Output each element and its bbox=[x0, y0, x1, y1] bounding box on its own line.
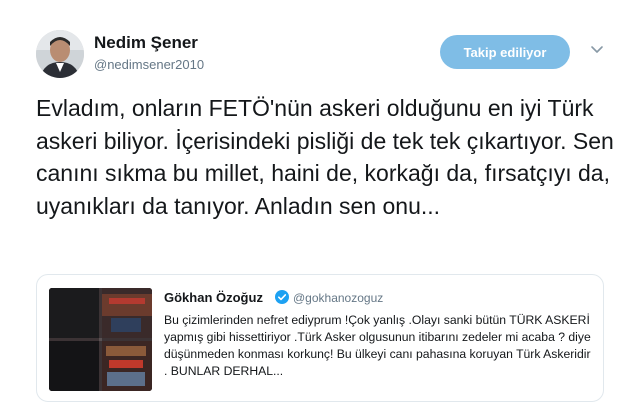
avatar-photo bbox=[36, 30, 84, 78]
following-button[interactable]: Takip ediliyor bbox=[440, 35, 570, 69]
quoted-author-name[interactable]: Gökhan Özoğuz bbox=[164, 290, 263, 305]
verified-badge-icon bbox=[275, 290, 289, 304]
author-handle[interactable]: @nedimsener2010 bbox=[94, 57, 204, 72]
cartoon-collage-image bbox=[49, 288, 152, 391]
avatar[interactable] bbox=[36, 30, 84, 78]
quoted-author-handle[interactable]: @gokhanozoguz bbox=[293, 291, 383, 305]
quoted-tweet-media[interactable] bbox=[49, 288, 152, 391]
author-name[interactable]: Nedim Şener bbox=[94, 33, 198, 53]
chevron-down-icon[interactable] bbox=[590, 45, 604, 55]
tweet-text: Evladım, onların FETÖ'nün askeri olduğun… bbox=[36, 95, 614, 219]
quoted-tweet-text: Bu çizimlerinden nefret ediyprum !Çok ya… bbox=[164, 313, 591, 378]
quoted-tweet-card[interactable]: Gökhan Özoğuz @gokhanozoguz Bu çizimleri… bbox=[36, 274, 604, 402]
